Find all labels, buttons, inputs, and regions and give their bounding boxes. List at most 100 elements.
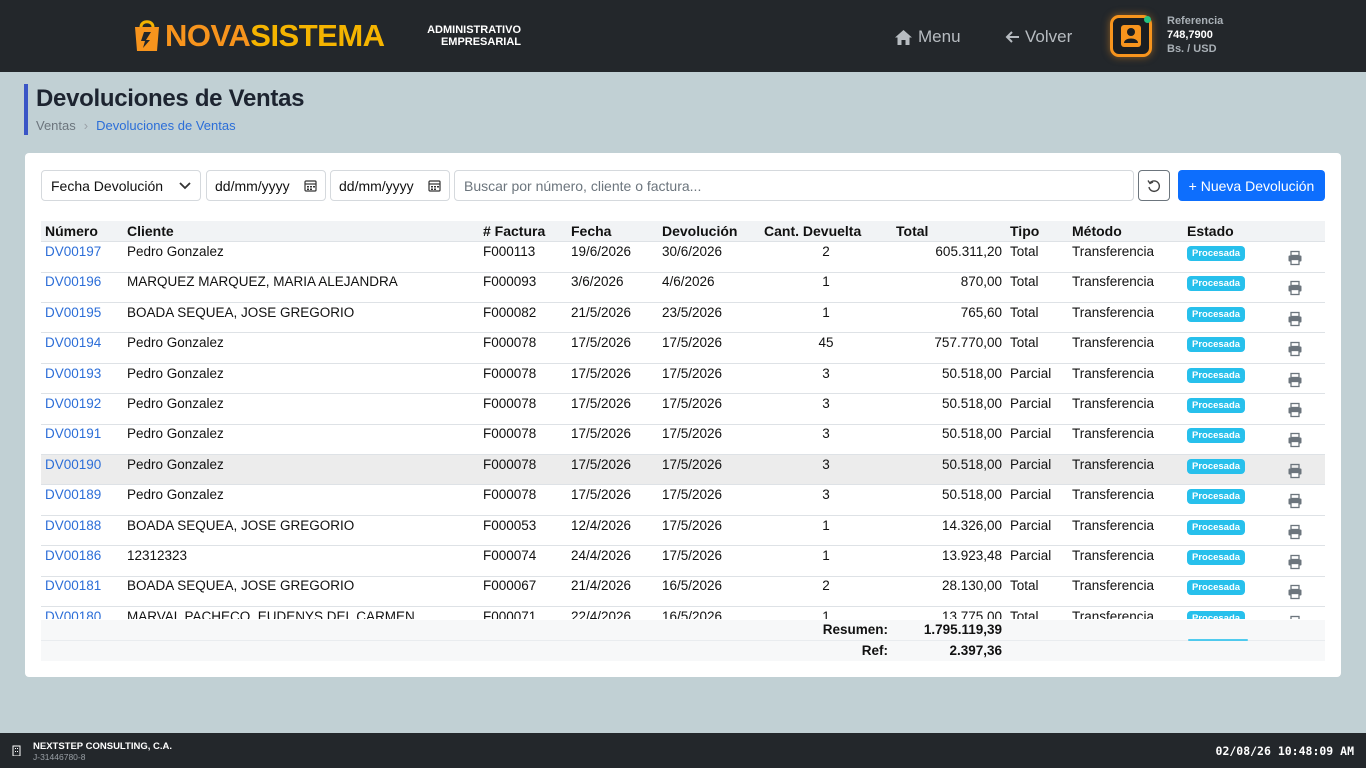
- column-header-fecha[interactable]: Fecha: [571, 223, 611, 239]
- breadcrumb-item-ventas[interactable]: Ventas: [36, 118, 76, 133]
- return-number-link[interactable]: DV00195: [45, 305, 101, 320]
- date-field-select[interactable]: Fecha Devolución: [41, 170, 201, 201]
- return-number-link[interactable]: DV00181: [45, 578, 101, 593]
- cell-devolucion: 16/5/2026: [662, 578, 723, 594]
- print-icon[interactable]: [1287, 615, 1303, 619]
- table-body: DV00197 Pedro Gonzalez F000113 19/6/2026 30/…: [41, 242, 1325, 619]
- cell-total: 50.518,00: [941, 365, 1002, 381]
- reference-unit: Bs. / USD: [1167, 43, 1217, 55]
- cell-tipo: Parcial: [1010, 548, 1052, 563]
- back-button[interactable]: Volver: [1005, 26, 1072, 48]
- page-title: Devoluciones de Ventas: [36, 85, 305, 112]
- menu-label: Menu: [918, 27, 961, 46]
- return-number-link[interactable]: DV00193: [45, 366, 101, 381]
- column-header-factura[interactable]: # Factura: [483, 223, 545, 239]
- status-badge: Procesada: [1187, 519, 1246, 535]
- return-number-link[interactable]: DV00189: [45, 487, 101, 502]
- summary-scroll-indicator: [1188, 639, 1248, 641]
- cell-tipo: Parcial: [1010, 396, 1052, 411]
- cell-devolucion: 17/5/2026: [662, 396, 723, 411]
- return-number-link[interactable]: DV00188: [45, 518, 101, 533]
- column-header-numero[interactable]: Número: [45, 223, 98, 239]
- column-header-cantidad[interactable]: Cant. Devuelta: [764, 223, 861, 239]
- user-avatar-button[interactable]: [1110, 15, 1152, 57]
- cell-total: 605.311,20: [935, 244, 1002, 259]
- return-number-link[interactable]: DV00186: [45, 548, 101, 563]
- print-icon[interactable]: [1287, 554, 1303, 570]
- print-icon[interactable]: [1287, 463, 1303, 479]
- print-icon[interactable]: [1287, 432, 1303, 448]
- table-row[interactable]: DV00190 Pedro Gonzalez F000078 17/5/2026 17/…: [41, 454, 1325, 486]
- brand-logo[interactable]: NOVASISTEMA: [165, 16, 385, 56]
- brand-tagline: ADMINISTRATIVO EMPRESARIAL: [420, 24, 521, 48]
- print-icon[interactable]: [1287, 493, 1303, 509]
- cell-cliente: BOADA SEQUEA, JOSE GREGORIO: [127, 304, 355, 320]
- column-header-total[interactable]: Total: [896, 223, 928, 239]
- table-row[interactable]: DV00186 12312323 F000074 24/4/2026 17/5/2026…: [41, 546, 1325, 577]
- status-badge: Procesada: [1187, 489, 1246, 505]
- status-badge: Procesada: [1187, 550, 1246, 565]
- column-header-metodo[interactable]: Método: [1072, 223, 1122, 239]
- return-number-link[interactable]: DV00197: [45, 244, 101, 259]
- cell-tipo: Total: [1010, 608, 1039, 619]
- cell-cantidad: 2: [822, 244, 830, 259]
- return-number-link[interactable]: DV00192: [45, 396, 101, 411]
- column-header-tipo[interactable]: Tipo: [1010, 223, 1039, 239]
- return-number-link[interactable]: DV00191: [45, 426, 101, 441]
- print-icon[interactable]: [1287, 584, 1303, 600]
- date-field-select-value: Fecha Devolución: [51, 177, 164, 194]
- table-row[interactable]: DV00188 BOADA SEQUEA, JOSE GREGORIO F00005…: [41, 516, 1325, 547]
- table-row[interactable]: DV00191 Pedro Gonzalez F000078 17/5/2026 17/…: [41, 424, 1325, 455]
- table-row[interactable]: DV00194 Pedro Gonzalez F000078 17/5/2026 17/…: [41, 333, 1325, 364]
- status-badge: Procesada: [1187, 580, 1246, 596]
- table-row[interactable]: DV00180 MARVAL PACHECO, EUDENYS DEL CARME…: [41, 607, 1325, 619]
- cell-devolucion: 4/6/2026: [662, 274, 715, 290]
- cell-cliente: MARVAL PACHECO, EUDENYS DEL CARMEN: [127, 608, 415, 619]
- refresh-button[interactable]: [1138, 170, 1170, 201]
- print-icon[interactable]: [1287, 280, 1303, 296]
- date-to-input[interactable]: dd/mm/yyyy: [330, 170, 450, 201]
- cell-cantidad: 45: [818, 335, 834, 351]
- new-return-button[interactable]: + Nueva Devolución: [1178, 170, 1325, 201]
- return-number-link[interactable]: DV00190: [45, 457, 101, 472]
- print-icon[interactable]: [1287, 250, 1303, 266]
- print-icon[interactable]: [1287, 341, 1303, 357]
- cell-fecha: 19/6/2026: [571, 244, 632, 259]
- status-badge: Procesada: [1187, 428, 1246, 444]
- table-row[interactable]: DV00193 Pedro Gonzalez F000078 17/5/2026 17/…: [41, 364, 1325, 395]
- exchange-reference: Referencia 748,7900 Bs. / USD: [1167, 14, 1223, 56]
- cell-cliente: 12312323: [127, 548, 188, 563]
- menu-button[interactable]: Menu: [894, 26, 961, 48]
- print-icon[interactable]: [1287, 402, 1303, 418]
- column-header-estado[interactable]: Estado: [1187, 223, 1234, 239]
- table-row[interactable]: DV00196 MARQUEZ MARQUEZ, MARIA ALEJANDRA F…: [41, 272, 1325, 303]
- search-input[interactable]: [454, 170, 1134, 201]
- breadcrumb: Ventas › Devoluciones de Ventas: [36, 118, 236, 133]
- returns-card: Fecha Devolución dd/mm/yyyy dd/mm/yyyy +…: [25, 153, 1341, 677]
- cell-factura: F000071: [483, 608, 537, 619]
- cell-cantidad: 3: [822, 426, 830, 442]
- summary-ref-label: Ref:: [861, 643, 888, 658]
- return-number-link[interactable]: DV00194: [45, 335, 101, 350]
- table-row[interactable]: DV00195 BOADA SEQUEA, JOSE GREGORIO F00008…: [41, 303, 1325, 334]
- cell-cantidad: 3: [822, 365, 830, 381]
- table-row[interactable]: DV00189 Pedro Gonzalez F000078 17/5/2026 17/…: [41, 485, 1325, 516]
- summary-resumen-label: Resumen:: [822, 622, 888, 637]
- date-from-input[interactable]: dd/mm/yyyy: [206, 170, 326, 201]
- cell-tipo: Total: [1010, 274, 1039, 290]
- return-number-link[interactable]: DV00180: [45, 609, 101, 619]
- print-icon[interactable]: [1287, 311, 1303, 327]
- cell-cantidad: 1: [822, 517, 830, 533]
- column-header-cliente[interactable]: Cliente: [127, 223, 174, 239]
- table-row[interactable]: DV00197 Pedro Gonzalez F000113 19/6/2026 30/…: [41, 242, 1325, 273]
- summary-resumen-value: 1.795.119,39: [923, 622, 1002, 637]
- table-row[interactable]: DV00192 Pedro Gonzalez F000078 17/5/2026 17/…: [41, 394, 1325, 425]
- column-header-devolucion[interactable]: Devolución: [662, 223, 737, 239]
- return-number-link[interactable]: DV00196: [45, 274, 101, 289]
- cell-cliente: Pedro Gonzalez: [127, 487, 224, 503]
- print-icon[interactable]: [1287, 372, 1303, 388]
- status-badge: Procesada: [1187, 337, 1246, 353]
- print-icon[interactable]: [1287, 524, 1303, 540]
- table-row[interactable]: DV00181 BOADA SEQUEA, JOSE GREGORIO F00006…: [41, 576, 1325, 607]
- cell-tipo: Parcial: [1010, 365, 1052, 381]
